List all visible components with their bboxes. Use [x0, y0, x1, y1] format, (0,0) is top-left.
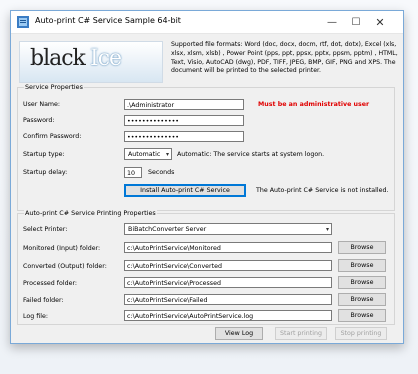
- startup-delay-label: Startup delay:: [23, 169, 68, 176]
- processed-folder-field[interactable]: c:\AutoPrintService\Processed: [124, 277, 332, 288]
- startup-type-value: Automatic: [128, 151, 161, 158]
- log-file-field[interactable]: c:\AutoPrintService\AutoPrintService.log: [124, 310, 332, 321]
- supported-formats-text: Supported file formats: Word (doc, docx,…: [171, 41, 398, 75]
- maximize-icon[interactable]: ☐: [347, 13, 365, 31]
- processed-browse-button[interactable]: Browse: [338, 276, 386, 289]
- startup-type-select[interactable]: Automatic ▾: [124, 148, 172, 160]
- log-file-label: Log file:: [23, 313, 48, 320]
- printing-properties-group: Auto-print C# Service Printing Propertie…: [17, 209, 395, 325]
- confirm-password-label: Confirm Password:: [23, 133, 82, 140]
- chevron-down-icon: ▾: [325, 226, 329, 233]
- monitored-browse-button[interactable]: Browse: [338, 241, 386, 254]
- failed-browse-button[interactable]: Browse: [338, 293, 386, 306]
- logo-text-ice: Ice: [90, 46, 122, 71]
- converted-browse-button[interactable]: Browse: [338, 259, 386, 272]
- startup-type-label: Startup type:: [23, 151, 65, 158]
- close-icon[interactable]: ✕: [371, 13, 389, 31]
- app-window: Auto-print C# Service Sample 64-bit — ☐ …: [10, 10, 404, 344]
- confirm-password-field[interactable]: ••••••••••••••: [124, 131, 244, 142]
- blackice-logo: black Ice: [19, 41, 163, 83]
- minimize-icon[interactable]: —: [323, 13, 341, 31]
- start-printing-button[interactable]: Start printing: [275, 327, 327, 340]
- stop-printing-button[interactable]: Stop printing: [335, 327, 387, 340]
- printer-select[interactable]: BiBatchConverter Server ▾: [124, 223, 332, 235]
- user-name-label: User Name:: [23, 101, 61, 108]
- failed-folder-label: Failed folder:: [23, 297, 64, 304]
- install-service-button[interactable]: Install Auto-print C# Service: [124, 184, 246, 197]
- admin-warning: Must be an administrative user: [258, 101, 370, 108]
- failed-folder-field[interactable]: c:\AutoPrintService\Failed: [124, 294, 332, 305]
- startup-delay-field[interactable]: 10: [124, 167, 142, 178]
- startup-delay-unit: Seconds: [148, 169, 175, 176]
- chevron-down-icon: ▾: [165, 151, 169, 158]
- monitored-folder-label: Monitored (Input) folder:: [23, 245, 101, 252]
- printer-value: BiBatchConverter Server: [128, 226, 207, 233]
- printer-label: Select Printer:: [23, 226, 68, 233]
- service-properties-title: Service Properties: [24, 83, 84, 91]
- converted-folder-field[interactable]: c:\AutoPrintService\Converted: [124, 260, 332, 271]
- password-field[interactable]: ••••••••••••••: [124, 115, 244, 126]
- view-log-button[interactable]: View Log: [215, 327, 263, 340]
- password-label: Password:: [23, 117, 55, 124]
- converted-folder-label: Converted (Output) folder:: [23, 263, 107, 270]
- printing-properties-title: Auto-print C# Service Printing Propertie…: [24, 209, 157, 217]
- window-title: Auto-print C# Service Sample 64-bit: [35, 16, 181, 25]
- startup-type-description: Automatic: The service starts at system …: [177, 151, 325, 158]
- logo-text-black: black: [30, 46, 86, 71]
- service-properties-group: Service Properties User Name: .\Administ…: [17, 83, 395, 211]
- install-status-text: The Auto-print C# Service is not install…: [256, 187, 389, 194]
- log-file-browse-button[interactable]: Browse: [338, 309, 386, 322]
- user-name-field[interactable]: .\Administrator: [124, 99, 244, 110]
- processed-folder-label: Processed folder:: [23, 280, 78, 287]
- app-icon: [17, 16, 29, 28]
- title-bar: Auto-print C# Service Sample 64-bit — ☐ …: [11, 11, 403, 34]
- monitored-folder-field[interactable]: c:\AutoPrintService\Monitored: [124, 242, 332, 253]
